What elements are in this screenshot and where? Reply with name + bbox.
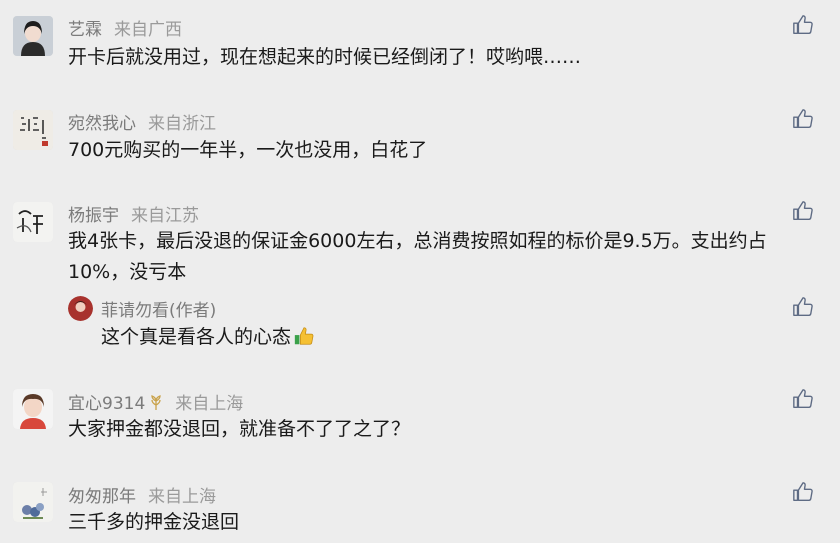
reply-avatar[interactable] [68, 296, 93, 321]
comment-text: 我4张卡，最后没退的保证金6000左右，总消费按照如程的标价是9.5万。支出约占… [68, 230, 767, 283]
thumbs-up-icon[interactable] [792, 14, 814, 36]
author-location: 来自广西 [114, 20, 182, 40]
comment-list-page: { "comments": [ { "name": "艺霖", "locatio… [0, 0, 840, 543]
thumbs-up-emoji-icon [293, 325, 315, 357]
avatar[interactable] [13, 482, 53, 522]
avatar[interactable] [13, 202, 53, 242]
author-name[interactable]: 宜心9314 [68, 394, 145, 414]
author-location: 来自浙江 [148, 114, 216, 134]
author-location: 来自上海 [148, 487, 216, 507]
avatar[interactable] [13, 389, 53, 429]
thumbs-up-icon[interactable] [792, 108, 814, 130]
comment-text: 大家押金都没退回，就准备不了了之了？ [68, 418, 411, 440]
author-location: 来自上海 [175, 394, 244, 414]
author-name[interactable]: 艺霖 [68, 20, 102, 40]
author-name[interactable]: 宛然我心 [68, 114, 136, 134]
reply-author-name[interactable]: 菲请勿看(作者) [101, 301, 216, 321]
comment-meta: 宜心9314 来自上海 [68, 389, 243, 416]
comment-text: 开卡后就没用过，现在想起来的时候已经倒闭了！哎哟喂…… [68, 46, 582, 68]
avatar[interactable] [13, 110, 53, 150]
reply-meta: 菲请勿看(作者) [101, 296, 216, 321]
thumbs-up-icon[interactable] [792, 388, 814, 410]
author-name[interactable]: 匆匆那年 [68, 487, 136, 507]
comment-text: 三千多的押金没退回 [68, 511, 240, 533]
wheat-badge-icon [149, 395, 163, 416]
reply-text-body: 这个真是看各人的心态 [101, 326, 292, 348]
comment-text: 700元购买的一年半，一次也没用，白花了 [68, 139, 428, 161]
comment-meta: 杨振宇 来自江苏 [68, 201, 199, 226]
comment-meta: 艺霖 来自广西 [68, 15, 182, 40]
thumbs-up-icon[interactable] [792, 481, 814, 503]
author-location: 来自江苏 [131, 206, 199, 226]
thumbs-up-icon[interactable] [792, 296, 814, 318]
comment-meta: 匆匆那年 来自上海 [68, 482, 216, 507]
comment-meta: 宛然我心 来自浙江 [68, 109, 216, 134]
thumbs-up-icon[interactable] [792, 200, 814, 222]
author-name[interactable]: 杨振宇 [68, 206, 119, 226]
avatar[interactable] [13, 16, 53, 56]
reply-text: 这个真是看各人的心态 [101, 322, 801, 357]
